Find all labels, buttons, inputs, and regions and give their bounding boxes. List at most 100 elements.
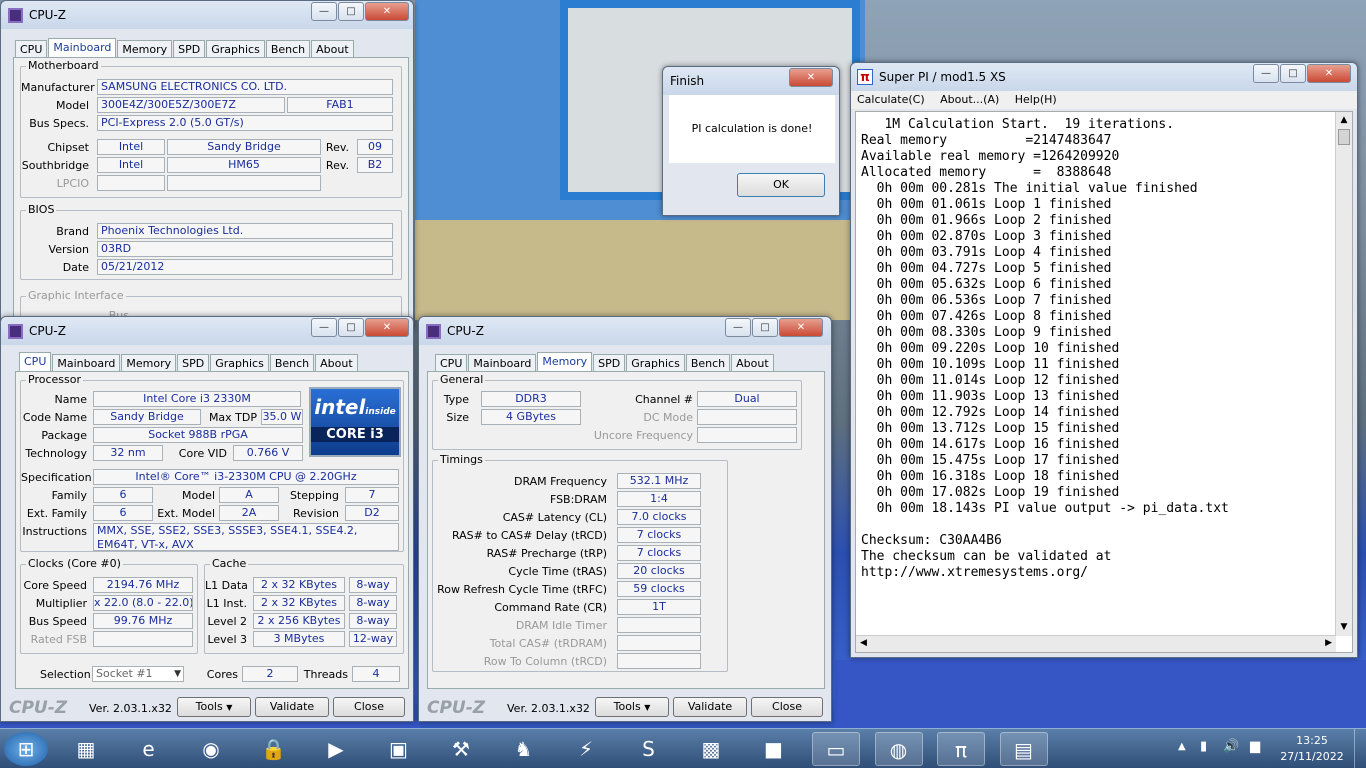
close-button[interactable]: ✕ (779, 318, 823, 337)
stepping-label: Stepping (289, 489, 339, 502)
horizontal-scrollbar[interactable]: ◀ ▶ (856, 635, 1336, 652)
output-area[interactable]: 1M Calculation Start. 19 iterations. Real… (855, 111, 1353, 653)
minimize-button[interactable]: — (725, 318, 751, 337)
close-window-button[interactable]: Close (333, 697, 405, 717)
tab-bench[interactable]: Bench (269, 354, 315, 372)
tab-spd[interactable]: SPD (177, 354, 210, 372)
tab-bench[interactable]: Bench (265, 40, 311, 58)
maximize-button[interactable]: □ (1280, 64, 1306, 83)
vertical-scrollbar[interactable]: ▲ ▼ (1335, 112, 1352, 636)
cores-value: 2 (242, 666, 298, 682)
title-bar[interactable]: CPU-Z — □ ✕ (1, 1, 413, 29)
tab-mainboard[interactable]: Mainboard (52, 354, 121, 372)
scroll-thumb[interactable] (1338, 129, 1350, 145)
maximize-button[interactable]: □ (338, 318, 364, 337)
internet-explorer-icon[interactable]: e (125, 732, 173, 766)
tab-graphics[interactable]: Graphics (206, 40, 265, 58)
tray-network-icon[interactable]: ▆ (1250, 739, 1260, 754)
tab-memory[interactable]: Memory (117, 40, 173, 58)
tab-memory[interactable]: Memory (121, 354, 177, 372)
keepass-icon[interactable]: 🔒 (250, 732, 298, 766)
title-bar[interactable]: Finish ✕ (663, 67, 839, 95)
shovel-icon[interactable]: ⚒ (437, 732, 485, 766)
minimize-button[interactable]: — (311, 2, 337, 21)
scroll-down-arrow-icon[interactable]: ▼ (1336, 619, 1352, 636)
maximize-button[interactable]: □ (338, 2, 364, 21)
close-button[interactable]: ✕ (365, 318, 409, 337)
version-label: Ver. 2.03.1.x32 (507, 702, 590, 715)
tab-cpu[interactable]: CPU (15, 40, 48, 58)
max-tdp-label: Max TDP (208, 411, 257, 424)
terminal-icon[interactable]: ▣ (375, 732, 423, 766)
title-bar[interactable]: π Super PI / mod1.5 XS — □ ✕ (851, 63, 1357, 91)
show-desktop-button[interactable] (1354, 729, 1366, 768)
tab-cpu[interactable]: CPU (435, 354, 468, 372)
title-bar[interactable]: CPU-Z — □ ✕ (419, 317, 831, 345)
minecraft-grass-icon[interactable]: ■ (750, 732, 798, 766)
threads-value: 4 (352, 666, 400, 682)
folder-icon[interactable]: ▭ (812, 732, 860, 766)
close-window-button[interactable]: Close (751, 697, 823, 717)
southbridge-rev: B2 (357, 157, 393, 173)
lightning-icon[interactable]: ⚡ (562, 732, 610, 766)
cpuz-icon[interactable]: ▤ (999, 732, 1048, 766)
tab-mainboard[interactable]: Mainboard (468, 354, 537, 372)
tools-button[interactable]: Tools ▼ (177, 697, 251, 717)
ok-button[interactable]: OK (737, 173, 825, 197)
menu-calculate[interactable]: Calculate(C) (851, 91, 931, 108)
scroll-left-arrow-icon[interactable]: ◀ (860, 638, 867, 648)
maximize-button[interactable]: □ (752, 318, 778, 337)
output-line: 0h 00m 03.791s Loop 4 finished (861, 245, 1112, 260)
tray-up-arrow-icon[interactable]: ▲ (1178, 741, 1186, 752)
scroll-up-arrow-icon[interactable]: ▲ (1336, 112, 1352, 129)
tab-spd[interactable]: SPD (593, 354, 626, 372)
figure-icon[interactable]: ♞ (500, 732, 548, 766)
tab-cpu[interactable]: CPU (19, 352, 52, 372)
timing-value: 7.0 clocks (617, 509, 701, 525)
tab-spd[interactable]: SPD (173, 40, 206, 58)
scroll-right-arrow-icon[interactable]: ▶ (1325, 638, 1332, 648)
minecraft-chest-icon[interactable]: ▩ (687, 732, 735, 766)
close-button[interactable]: ✕ (789, 68, 833, 87)
family-label: Family (51, 489, 87, 502)
tab-bench[interactable]: Bench (685, 354, 731, 372)
tray-device-icon[interactable]: ▮ (1200, 739, 1207, 754)
validate-button[interactable]: Validate (673, 697, 747, 717)
clock[interactable]: 13:25 27/11/2022 (1276, 733, 1348, 765)
output-line: 0h 00m 07.426s Loop 8 finished (861, 309, 1112, 324)
control-panel-icon[interactable]: ▦ (62, 732, 110, 766)
start-orb-icon[interactable]: ⊞ (4, 732, 48, 766)
tab-memory[interactable]: Memory (537, 352, 593, 372)
media-player-icon[interactable]: ▶ (312, 732, 360, 766)
core-vid-value: 0.766 V (233, 445, 303, 461)
chevron-down-icon: ▼ (226, 703, 233, 712)
tab-graphics[interactable]: Graphics (210, 354, 269, 372)
menu-about[interactable]: About...(A) (934, 91, 1005, 108)
title-bar[interactable]: CPU-Z — □ ✕ (1, 317, 413, 345)
code-name-label: Code Name (22, 411, 87, 424)
firefox-icon[interactable]: ◍ (874, 732, 923, 766)
selection-dropdown[interactable]: Socket #1 ▼ (92, 666, 184, 682)
minimize-button[interactable]: — (311, 318, 337, 337)
type-value: DDR3 (481, 391, 581, 407)
sublime-icon[interactable]: S (625, 732, 673, 766)
chrome-icon[interactable]: ◉ (187, 732, 235, 766)
taskbar: ⊞ ▦ e ◉ 🔒 ▶ ▣ ⚒ ♞ ⚡ S ▩ ■ ▭ ◍ π ▤ ▲ ▮ 🔊 ▆ 13:25 27/11/20… (0, 728, 1366, 768)
dialog-message: PI calculation is done! (691, 122, 813, 135)
validate-button[interactable]: Validate (255, 697, 329, 717)
window-title: CPU-Z (29, 8, 66, 22)
tools-button[interactable]: Tools ▼ (595, 697, 669, 717)
tab-about[interactable]: About (315, 354, 358, 372)
menu-help[interactable]: Help(H) (1009, 91, 1063, 108)
tab-about[interactable]: About (731, 354, 774, 372)
technology-label: Technology (25, 447, 87, 460)
tab-mainboard[interactable]: Mainboard (48, 38, 117, 58)
tray-volume-icon[interactable]: 🔊 (1223, 739, 1239, 754)
tab-graphics[interactable]: Graphics (626, 354, 685, 372)
close-button[interactable]: ✕ (1307, 64, 1351, 83)
tab-about[interactable]: About (311, 40, 354, 58)
superpi-icon[interactable]: π (937, 732, 985, 766)
finish-dialog: Finish ✕ PI calculation is done! OK (662, 66, 840, 216)
minimize-button[interactable]: — (1253, 64, 1279, 83)
close-button[interactable]: ✕ (365, 2, 409, 21)
